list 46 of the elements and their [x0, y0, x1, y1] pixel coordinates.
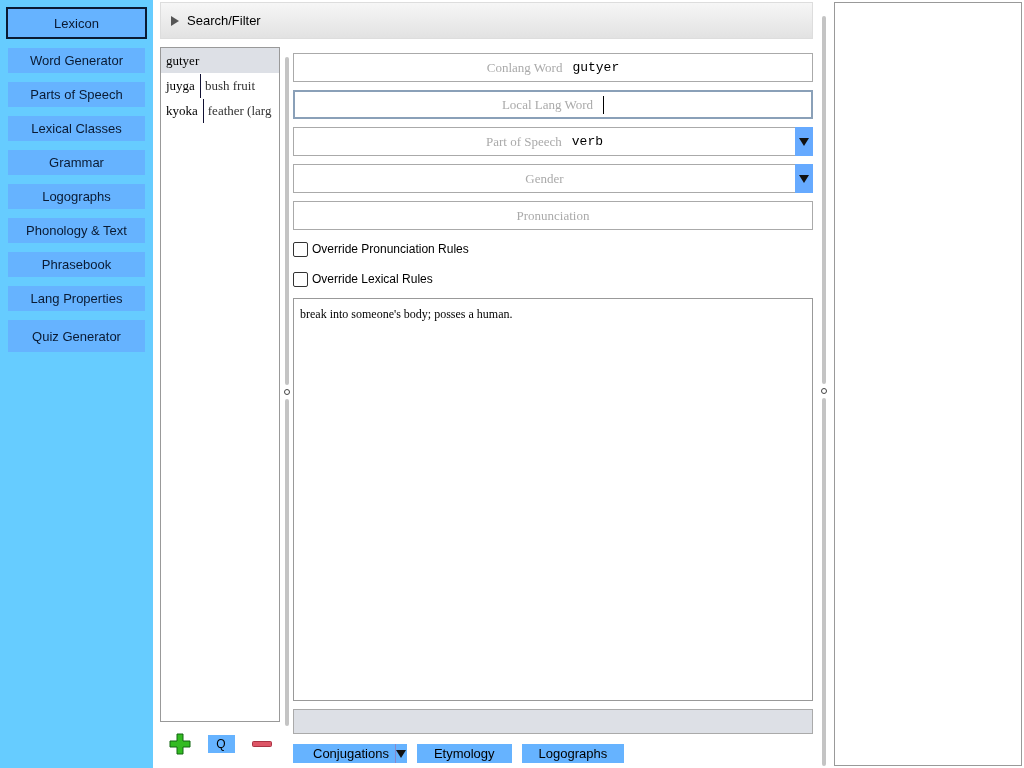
gloss-text: bush fruit	[199, 73, 256, 98]
definition-area[interactable]: break into someone's body; posses a human.	[293, 298, 813, 701]
search-filter-label: Search/Filter	[187, 13, 261, 28]
checkbox[interactable]	[293, 271, 308, 287]
gloss-text: feather (larg	[202, 98, 272, 123]
checkbox-label: Override Pronunciation Rules	[312, 242, 469, 256]
query-button[interactable]: Q	[207, 735, 235, 753]
word-text: juyga	[166, 77, 195, 94]
text-field[interactable]: Conlang Word gutyer	[293, 53, 813, 82]
nav-button[interactable]: Grammar	[8, 150, 145, 175]
field-placeholder: Pronunciation	[516, 207, 590, 224]
nav-button[interactable]: Phonology & Text	[8, 218, 145, 243]
nav-button[interactable]: Phrasebook	[8, 252, 145, 277]
nav-button[interactable]: Quiz Generator	[8, 320, 145, 352]
nav-button[interactable]: Parts of Speech	[8, 82, 145, 107]
word-text: gutyer	[166, 52, 200, 69]
field-label: Part of Speech	[486, 133, 562, 150]
text-cursor	[603, 95, 605, 114]
tab-button[interactable]: Etymology	[416, 744, 512, 763]
word-list-item[interactable]: gutyer	[161, 48, 279, 73]
nav-button[interactable]: Lexical Classes	[8, 116, 145, 141]
add-icon[interactable]	[168, 733, 191, 755]
expand-triangle-icon	[171, 15, 179, 26]
field-placeholder: Local Lang Word	[501, 96, 594, 113]
nav-button[interactable]: Lexicon	[6, 7, 147, 39]
tab-button[interactable]: Conjugations	[293, 744, 407, 763]
checkbox-label: Override Lexical Rules	[312, 272, 433, 286]
definition-text: break into someone's body; posses a human.	[300, 307, 513, 321]
remove-icon[interactable]	[251, 741, 272, 747]
dropdown-arrow-button[interactable]	[795, 164, 813, 193]
caret-icon	[396, 749, 407, 758]
field-value: gutyer	[572, 60, 620, 75]
field-value: verb	[571, 134, 603, 149]
nav-button[interactable]: Word Generator	[8, 48, 145, 73]
tab-button[interactable]: Logographs	[521, 744, 625, 763]
word-text: kyoka	[166, 102, 198, 119]
caret-icon	[799, 137, 809, 146]
search-filter-header[interactable]: Search/Filter	[160, 2, 813, 39]
field-label: Conlang Word	[486, 59, 563, 76]
nav-button[interactable]: Logographs	[8, 184, 145, 209]
checkbox[interactable]	[293, 241, 308, 257]
caret-icon	[799, 174, 809, 183]
field-placeholder: Gender	[525, 170, 564, 187]
dropdown-arrow-button[interactable]	[795, 127, 813, 156]
dropdown-field[interactable]: Part of Speech verb	[293, 127, 813, 156]
nav-button[interactable]: Lang Properties	[8, 286, 145, 311]
